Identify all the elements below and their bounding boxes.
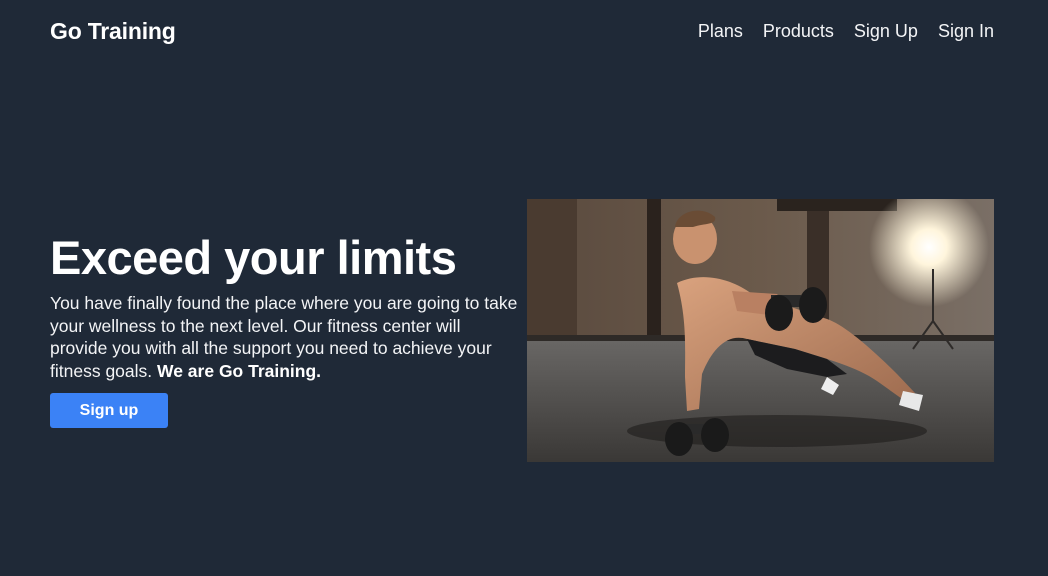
hero-text: Exceed your limits You have finally foun… bbox=[50, 230, 520, 429]
nav-link-sign-up[interactable]: Sign Up bbox=[854, 21, 918, 42]
top-navbar: Go Training Plans Products Sign Up Sign … bbox=[0, 0, 1048, 62]
nav-link-sign-in[interactable]: Sign In bbox=[938, 21, 994, 42]
hero-description: You have finally found the place where y… bbox=[50, 292, 520, 382]
workout-photo-illustration bbox=[527, 199, 994, 462]
brand-logo[interactable]: Go Training bbox=[50, 18, 176, 45]
hero-description-emphasis: We are Go Training. bbox=[157, 360, 322, 381]
signup-button[interactable]: Sign up bbox=[50, 393, 168, 429]
nav-link-plans[interactable]: Plans bbox=[698, 21, 743, 42]
nav-link-products[interactable]: Products bbox=[763, 21, 834, 42]
nav-links: Plans Products Sign Up Sign In bbox=[698, 21, 994, 42]
hero-image bbox=[527, 199, 994, 462]
hero-title: Exceed your limits bbox=[50, 231, 457, 284]
hero-section: Exceed your limits You have finally foun… bbox=[0, 0, 1048, 576]
